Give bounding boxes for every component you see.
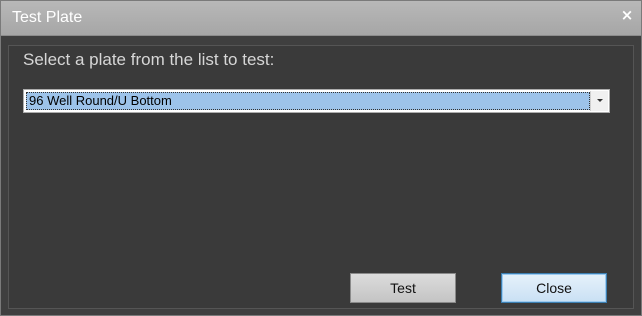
close-button[interactable]: Close	[501, 273, 607, 303]
select-plate-prompt: Select a plate from the list to test:	[23, 50, 275, 69]
chevron-down-icon	[597, 99, 603, 102]
selected-plate-value: 96 Well Round/U Bottom	[29, 93, 172, 108]
test-plate-dialog: Test Plate × Select a plate from the lis…	[0, 0, 642, 316]
selected-plate-highlight[interactable]: 96 Well Round/U Bottom	[26, 92, 590, 110]
dropdown-button[interactable]	[590, 91, 608, 111]
window-title: Test Plate	[12, 9, 83, 26]
title-bar[interactable]: Test Plate ×	[1, 1, 641, 36]
test-button[interactable]: Test	[350, 273, 456, 303]
dialog-content-panel	[8, 45, 634, 309]
plate-select-dropdown[interactable]: 96 Well Round/U Bottom	[23, 89, 610, 113]
close-icon[interactable]: ×	[619, 6, 635, 24]
